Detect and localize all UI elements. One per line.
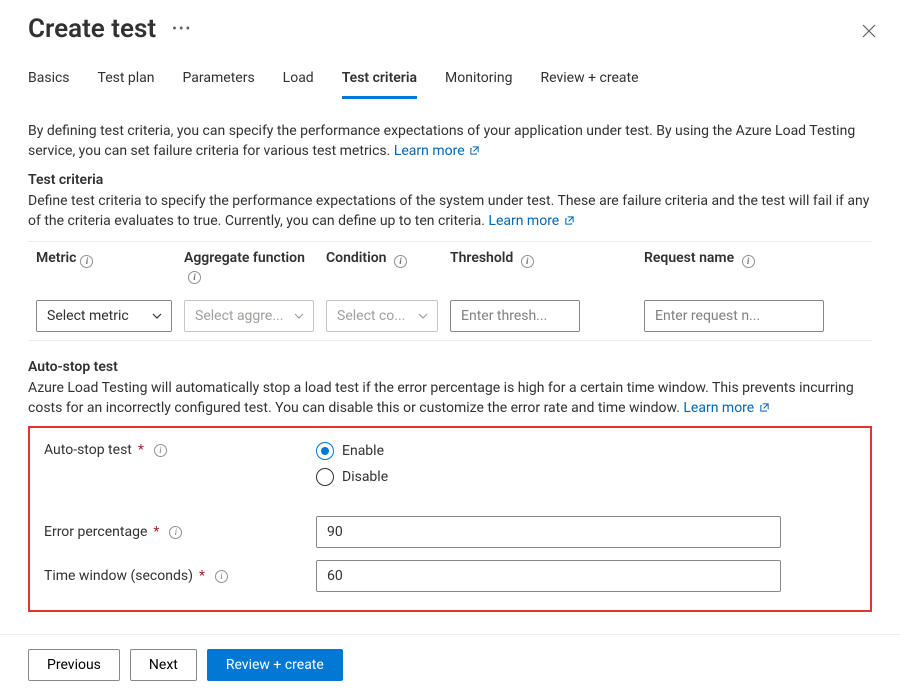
footer: Previous Next Review + create: [0, 634, 900, 699]
auto-stop-disable-radio[interactable]: Disable: [316, 468, 781, 486]
close-icon: [862, 24, 876, 38]
criteria-table: Metrici Aggregate function i Condition i…: [28, 241, 872, 341]
test-criteria-desc: Define test criteria to specify the perf…: [28, 191, 872, 232]
tab-review-create[interactable]: Review + create: [541, 70, 639, 98]
next-button[interactable]: Next: [130, 649, 197, 681]
external-link-icon: [759, 402, 770, 413]
aggregate-select[interactable]: Select aggre...: [184, 300, 314, 332]
info-icon[interactable]: i: [394, 255, 407, 268]
error-percentage-input[interactable]: [316, 516, 781, 548]
tab-monitoring[interactable]: Monitoring: [445, 70, 513, 98]
required-marker: *: [199, 568, 205, 584]
error-percentage-label: Error percentage: [44, 524, 147, 540]
condition-select[interactable]: Select co...: [326, 300, 438, 332]
chevron-down-icon: [293, 310, 305, 322]
col-condition: Condition i: [326, 250, 438, 284]
info-icon[interactable]: i: [154, 444, 167, 457]
col-request-name: Request name i: [644, 250, 824, 284]
info-icon[interactable]: i: [742, 255, 755, 268]
autostop-learn-more-link[interactable]: Learn more: [683, 400, 769, 416]
more-options-icon[interactable]: •••: [172, 21, 192, 37]
threshold-input[interactable]: Enter thresh...: [450, 300, 580, 332]
auto-stop-settings-highlight: Auto-stop test * i Enable Disable Error …: [28, 426, 872, 612]
col-threshold: Threshold i: [450, 250, 580, 284]
intro-learn-more-link[interactable]: Learn more: [394, 143, 480, 159]
tab-load[interactable]: Load: [283, 70, 314, 98]
tab-basics[interactable]: Basics: [28, 70, 70, 98]
intro-text: By defining test criteria, you can speci…: [28, 121, 872, 162]
time-window-label: Time window (seconds): [44, 568, 193, 584]
previous-button[interactable]: Previous: [28, 649, 120, 681]
required-marker: *: [153, 524, 159, 540]
review-create-button[interactable]: Review + create: [207, 649, 343, 681]
info-icon[interactable]: i: [215, 570, 228, 583]
chevron-down-icon: [417, 310, 429, 322]
page-title: Create test: [28, 14, 156, 44]
criteria-learn-more-link[interactable]: Learn more: [488, 213, 574, 229]
time-window-input[interactable]: [316, 560, 781, 592]
info-icon[interactable]: i: [169, 526, 182, 539]
criteria-row: Select metric Select aggre... Select co.…: [28, 292, 872, 340]
metric-select[interactable]: Select metric: [36, 300, 172, 332]
request-name-input[interactable]: Enter request n...: [644, 300, 824, 332]
radio-icon: [316, 442, 334, 460]
external-link-icon: [469, 145, 480, 156]
info-icon[interactable]: i: [80, 255, 93, 268]
info-icon[interactable]: i: [521, 255, 534, 268]
radio-icon: [316, 468, 334, 486]
tab-test-plan[interactable]: Test plan: [98, 70, 155, 98]
test-criteria-heading: Test criteria: [28, 172, 872, 188]
tab-bar: Basics Test plan Parameters Load Test cr…: [0, 50, 900, 99]
tab-parameters[interactable]: Parameters: [183, 70, 255, 98]
auto-stop-desc: Azure Load Testing will automatically st…: [28, 378, 872, 419]
col-metric: Metrici: [36, 250, 172, 284]
close-button[interactable]: [860, 22, 878, 40]
auto-stop-enable-radio[interactable]: Enable: [316, 442, 781, 460]
info-icon[interactable]: i: [188, 271, 201, 284]
required-marker: *: [138, 442, 144, 458]
external-link-icon: [564, 215, 575, 226]
chevron-down-icon: [151, 310, 163, 322]
auto-stop-heading: Auto-stop test: [28, 359, 872, 375]
auto-stop-label: Auto-stop test: [44, 442, 132, 458]
tab-test-criteria[interactable]: Test criteria: [342, 70, 417, 99]
col-aggregate: Aggregate function i: [184, 250, 314, 284]
